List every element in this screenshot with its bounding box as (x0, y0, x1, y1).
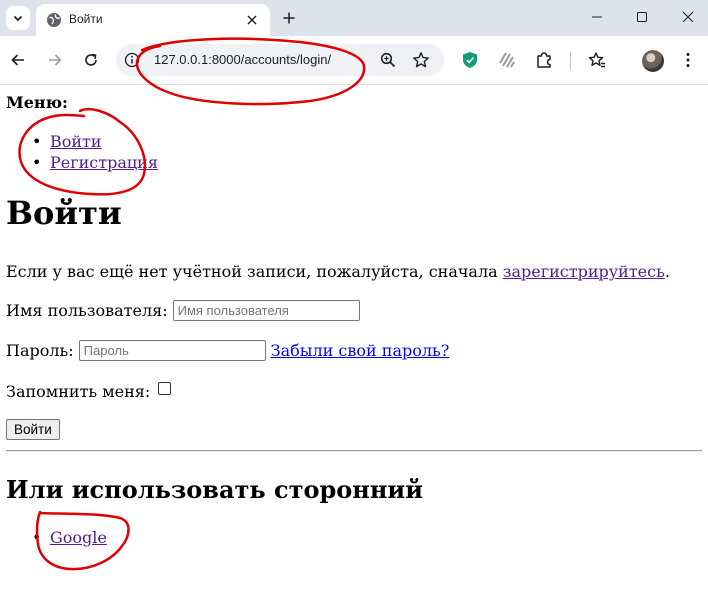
menu-item-register: Регистрация (32, 153, 158, 172)
password-row: Пароль: Забыли свой пароль? (6, 340, 449, 361)
zoom-icon[interactable] (380, 52, 396, 68)
login-submit-button[interactable]: Войти (6, 419, 60, 440)
extensions-button[interactable] (534, 50, 554, 70)
close-icon (247, 15, 257, 25)
menu-label: Меню: (6, 93, 68, 112)
provider-link-google[interactable]: Google (50, 528, 107, 547)
menu-item-login: Войти (32, 132, 102, 151)
minimize-button[interactable] (582, 6, 612, 28)
arrow-left-icon (11, 54, 24, 66)
info-icon[interactable] (124, 52, 140, 68)
intro-text-end: . (664, 262, 670, 281)
page-title: Войти (6, 194, 122, 232)
page-content: Меню: Войти Регистрация Войти Если у вас… (0, 84, 708, 609)
username-row: Имя пользователя: (6, 300, 360, 321)
signup-link[interactable]: зарегистрируйтесь (503, 262, 665, 281)
remember-row: Запомнить меня: (6, 382, 172, 401)
puzzle-icon (537, 52, 551, 68)
menu-link-login[interactable]: Войти (50, 132, 102, 151)
shield-icon (463, 52, 477, 68)
profile-avatar[interactable] (642, 50, 664, 72)
browser-toolbar: 127.0.0.1:8000/accounts/login/ (0, 36, 708, 85)
toolbar-separator (570, 52, 571, 70)
forward-button[interactable] (43, 48, 67, 72)
username-label: Имя пользователя: (6, 301, 168, 320)
back-button[interactable] (6, 48, 30, 72)
stripes-icon (499, 52, 515, 68)
remember-label: Запомнить меня: (6, 382, 151, 401)
username-input[interactable] (172, 300, 360, 321)
star-icon[interactable] (412, 51, 430, 69)
plus-icon (283, 12, 295, 24)
alt-login-heading: Или использовать сторонний (6, 475, 424, 504)
maximize-icon (637, 12, 647, 22)
forgot-password-link[interactable]: Забыли свой пароль? (271, 341, 450, 360)
url-text[interactable]: 127.0.0.1:8000/accounts/login/ (154, 52, 331, 67)
password-input[interactable] (78, 340, 266, 361)
window-close-button[interactable] (673, 6, 703, 28)
remember-checkbox[interactable] (158, 382, 172, 395)
arrow-right-icon (49, 54, 62, 66)
address-bar[interactable]: 127.0.0.1:8000/accounts/login/ (116, 44, 444, 76)
bookmarks-panel-button[interactable] (587, 50, 607, 70)
reload-icon (85, 53, 97, 66)
globe-icon (47, 13, 61, 27)
tab-strip: Войти (0, 0, 708, 36)
chevron-down-icon (13, 15, 23, 22)
menu-link-register[interactable]: Регистрация (50, 153, 158, 172)
provider-item-google: Google (32, 528, 107, 547)
intro-text-start: Если у вас ещё нет учётной записи, пожал… (6, 262, 498, 281)
extension-stripes-button[interactable] (497, 50, 517, 70)
tab-close-button[interactable] (242, 10, 262, 30)
reload-button[interactable] (79, 48, 103, 72)
maximize-button[interactable] (627, 6, 657, 28)
tab-active[interactable]: Войти (36, 4, 270, 36)
star-list-icon (588, 52, 605, 68)
more-vert-icon (686, 53, 690, 67)
minimize-icon (592, 16, 602, 18)
divider (6, 450, 702, 452)
tab-search-button[interactable] (6, 6, 30, 30)
extension-shield-button[interactable] (460, 50, 480, 70)
tab-title: Войти (69, 12, 103, 26)
close-icon (682, 11, 694, 23)
new-tab-button[interactable] (278, 7, 300, 29)
password-label: Пароль: (6, 341, 74, 360)
browser-menu-button[interactable] (678, 50, 698, 70)
intro-text: Если у вас ещё нет учётной записи, пожал… (6, 262, 670, 281)
